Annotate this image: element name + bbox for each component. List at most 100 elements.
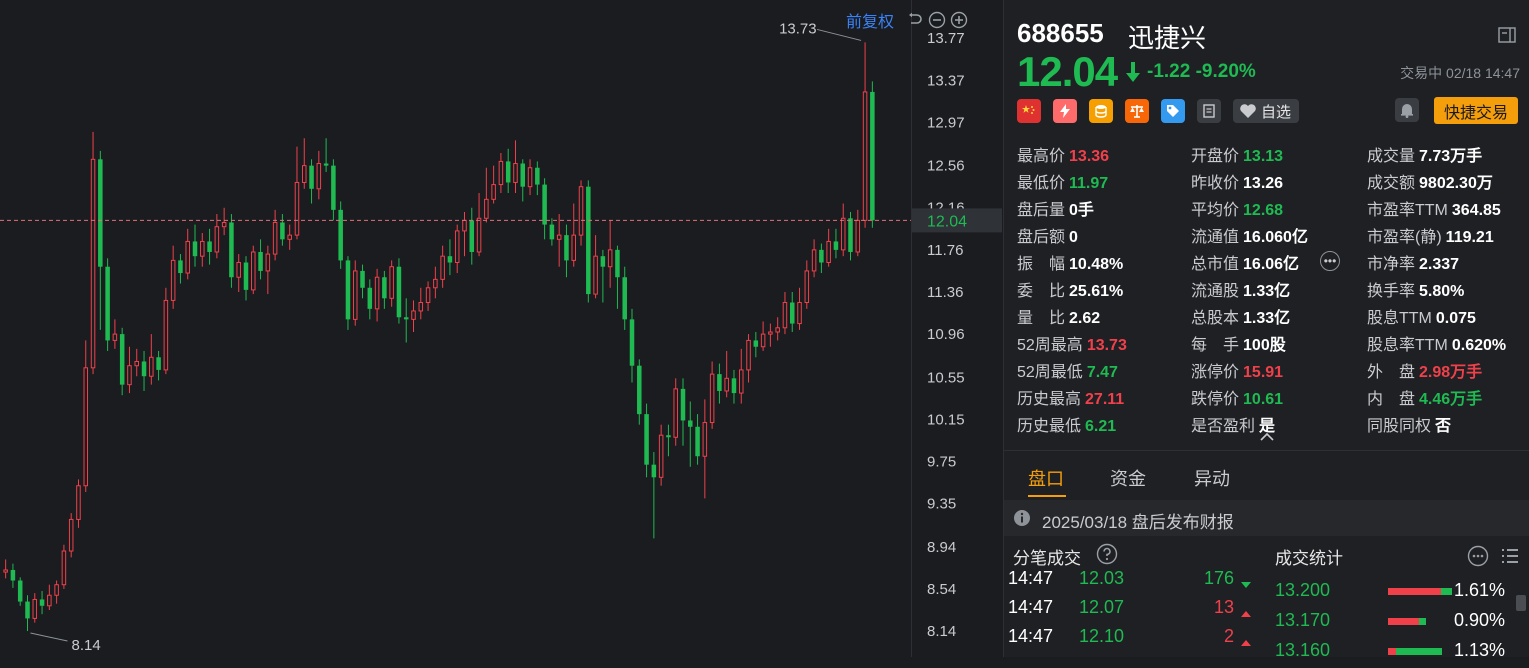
- more-options-icon[interactable]: [1467, 545, 1489, 567]
- candle-body: [192, 241, 198, 257]
- stat-label: 市盈率(静): [1367, 229, 1442, 246]
- candle: [746, 334, 751, 383]
- chart-controls: 前复权: [846, 9, 968, 31]
- trade-stat-percent: 1.13%: [1453, 640, 1505, 660]
- candle-body: [688, 420, 693, 427]
- tab-capital[interactable]: 资金: [1110, 465, 1146, 491]
- candle: [192, 224, 198, 267]
- stat-label: 平均价: [1191, 202, 1240, 219]
- candle: [658, 424, 664, 486]
- china-flag-icon[interactable]: [1017, 99, 1041, 123]
- candle: [98, 150, 103, 330]
- list-icon[interactable]: [1500, 546, 1520, 566]
- candle-body: [658, 434, 664, 478]
- candle-body: [644, 414, 649, 465]
- lightning-icon[interactable]: [1053, 99, 1077, 123]
- candle: [68, 513, 74, 558]
- stat-value: 2.337: [1419, 256, 1460, 273]
- stat-value: 12.68: [1243, 202, 1284, 219]
- kline-chart-pane[interactable]: 13.77 13.37 12.97 12.56 12.16 11.76 11.36 10.96…: [0, 0, 1002, 657]
- zoom-in-icon[interactable]: [950, 11, 968, 29]
- y-tick-label: 10.55: [927, 369, 965, 386]
- candle: [207, 228, 212, 265]
- candle-body: [615, 249, 620, 278]
- candle-body: [367, 287, 373, 309]
- candle-body: [433, 278, 438, 289]
- overlays: 12.04 13.73 8.14: [0, 20, 1002, 654]
- candle: [688, 401, 693, 467]
- tab-anomaly[interactable]: 异动: [1194, 465, 1230, 491]
- tick-time: 14:47: [1008, 568, 1054, 588]
- coins-icon[interactable]: [1089, 99, 1113, 123]
- stat-value: 16.060亿: [1243, 229, 1308, 246]
- candle: [862, 42, 868, 228]
- add-watchlist-button[interactable]: 自选: [1233, 99, 1300, 123]
- stat-item: 历史最高 27.11: [1017, 385, 1124, 409]
- stat-value: 13.13: [1243, 148, 1284, 165]
- tick-price: 12.07: [1079, 597, 1125, 617]
- notes-icon[interactable]: [1197, 99, 1221, 123]
- tag-icon[interactable]: [1161, 99, 1185, 123]
- layout-toggle-icon[interactable]: [1498, 27, 1516, 43]
- candle: [32, 593, 38, 623]
- tick-volume: 2: [1223, 626, 1234, 646]
- candle-body: [564, 235, 569, 261]
- earnings-notice[interactable]: 2025/03/18 盘后发布财报: [1004, 500, 1529, 536]
- adjust-mode-link[interactable]: 前复权: [846, 8, 894, 32]
- up-triangle-icon: [1240, 603, 1252, 624]
- more-icon[interactable]: •••: [1320, 251, 1340, 271]
- trade-stat-price: 13.160: [1275, 640, 1331, 660]
- candle-body: [797, 302, 802, 325]
- candle-body: [520, 163, 526, 187]
- stat-label: 52周最低: [1017, 364, 1083, 381]
- alert-bell-button[interactable]: [1395, 98, 1419, 122]
- candle-body: [724, 377, 729, 392]
- candle-body: [549, 224, 555, 240]
- candle: [10, 563, 16, 588]
- trade-stat-buy-bar: [1388, 648, 1397, 655]
- stat-item: 涨停价 15.91: [1191, 358, 1283, 382]
- candle-body: [411, 310, 416, 320]
- candle: [17, 577, 23, 606]
- stat-label: 市盈率TTM: [1367, 202, 1448, 219]
- candle: [389, 260, 394, 307]
- candle-body: [98, 159, 103, 267]
- stat-value: 13.73: [1086, 337, 1127, 354]
- tick-row: 14:47 12.10 2: [1004, 626, 1254, 654]
- candle: [185, 228, 190, 280]
- stat-value: 4.46万手: [1419, 391, 1483, 408]
- stat-item: 成交额 9802.30万: [1367, 169, 1493, 193]
- stat-item: 盘后额 0: [1017, 223, 1078, 247]
- candle-body: [134, 360, 139, 367]
- candle: [804, 260, 810, 309]
- detail-tabs: 盘口 资金 异动: [1004, 450, 1529, 499]
- candle: [848, 211, 853, 261]
- balance-scale-icon[interactable]: [1125, 99, 1149, 123]
- candle-body: [826, 240, 831, 264]
- stat-item: 平均价 12.68: [1191, 196, 1283, 220]
- candle: [644, 403, 649, 478]
- collapse-chevron-icon[interactable]: [1258, 430, 1276, 442]
- tab-orderbook[interactable]: 盘口: [1028, 465, 1064, 491]
- trade-stats-scrollbar[interactable]: [1516, 595, 1526, 611]
- kline-chart[interactable]: 13.7713.3712.9712.5612.1611.7611.3610.96…: [0, 0, 1002, 657]
- candle: [775, 317, 780, 341]
- stat-label: 同股同权: [1367, 418, 1432, 435]
- stat-label: 涨停价: [1191, 364, 1240, 381]
- quick-trade-button[interactable]: 快捷交易: [1434, 97, 1518, 124]
- candle-body: [156, 357, 161, 370]
- candle-body: [476, 217, 482, 253]
- candle-body: [622, 277, 627, 320]
- stat-label: 是否盈利: [1191, 418, 1256, 435]
- stat-label: 开盘价: [1191, 148, 1240, 165]
- undo-icon[interactable]: [906, 11, 924, 29]
- candle: [127, 346, 132, 394]
- stat-item: 市净率 2.337: [1367, 250, 1459, 274]
- zoom-out-icon[interactable]: [928, 11, 946, 29]
- candle-body: [265, 253, 271, 272]
- help-icon[interactable]: [1096, 543, 1118, 565]
- candle: [272, 209, 278, 261]
- down-arrow-icon: [1124, 60, 1142, 84]
- trade-stats-title: 成交统计: [1275, 549, 1343, 568]
- candle-body: [338, 209, 343, 261]
